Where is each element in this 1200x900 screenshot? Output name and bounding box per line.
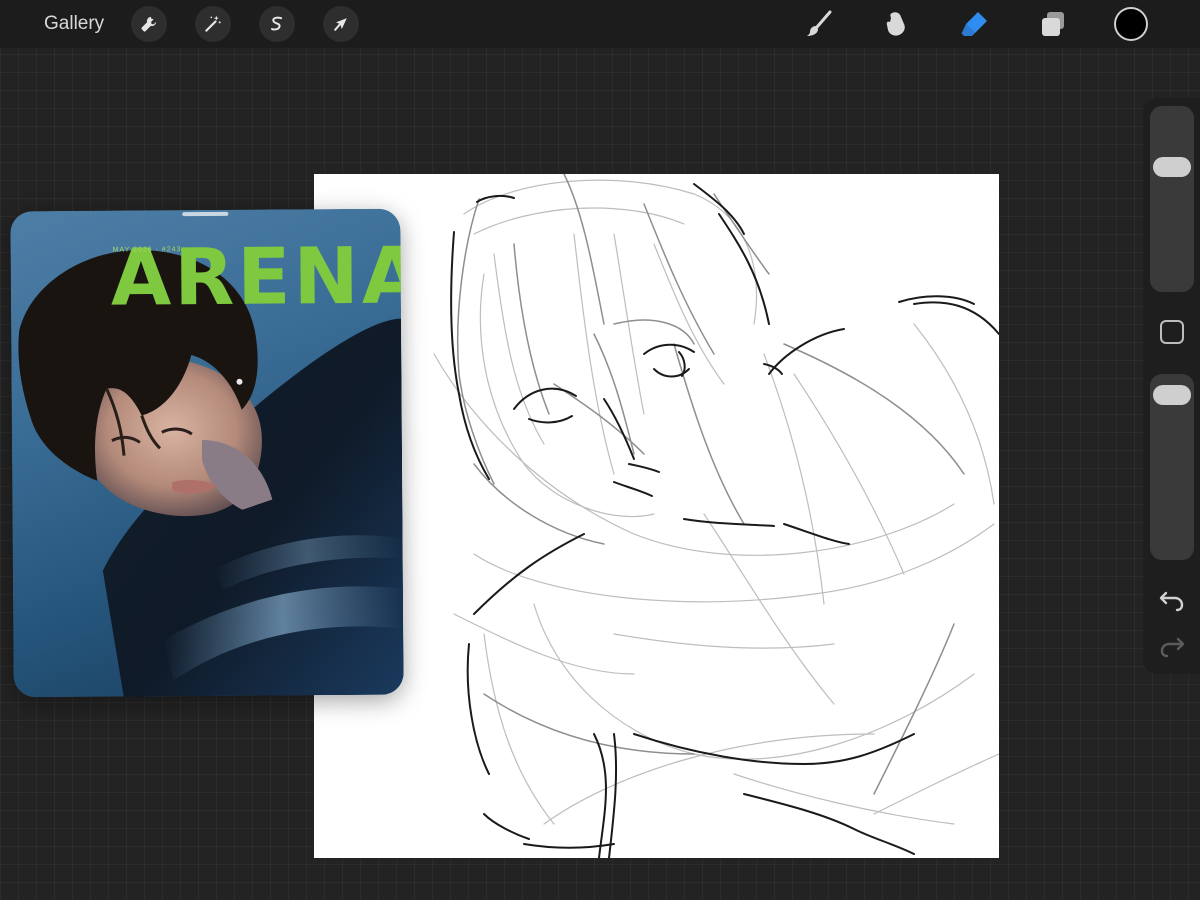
arrow-cursor-icon [334,18,347,31]
reference-issue-line: MAY 2026 · #243 [112,246,182,254]
smudge-finger-icon [886,12,905,36]
top-toolbar: Gallery [0,0,1200,48]
smudge-button[interactable] [879,6,915,42]
selection-s-icon [271,16,283,31]
brush-icon [807,10,832,36]
undo-icon[interactable] [1158,586,1186,614]
color-picker-button[interactable] [1114,7,1148,41]
actions-button[interactable] [131,6,167,42]
brush-size-thumb[interactable] [1153,157,1191,177]
selection-button[interactable] [259,6,295,42]
eraser-icon [961,12,987,36]
eraser-button[interactable] [957,6,993,42]
magic-wand-icon [205,15,221,32]
transform-button[interactable] [323,6,359,42]
right-sidebar [1143,98,1200,674]
layers-button[interactable] [1035,6,1071,42]
opacity-slider[interactable] [1150,374,1194,560]
wrench-icon [141,16,157,32]
reference-drag-handle[interactable] [182,211,229,217]
gallery-button[interactable]: Gallery [44,12,104,36]
layers-icon [1042,12,1064,36]
adjustments-button[interactable] [195,6,231,42]
opacity-thumb[interactable] [1153,385,1191,405]
drawing-canvas[interactable] [314,174,999,858]
redo-icon[interactable] [1158,632,1186,660]
modify-square-icon[interactable] [1160,320,1184,344]
brush-size-slider[interactable] [1150,106,1194,292]
pencil-sketch [433,174,999,858]
reference-window[interactable]: MAY 2026 · #243 ARENA [10,208,404,698]
brush-button[interactable] [801,6,837,42]
